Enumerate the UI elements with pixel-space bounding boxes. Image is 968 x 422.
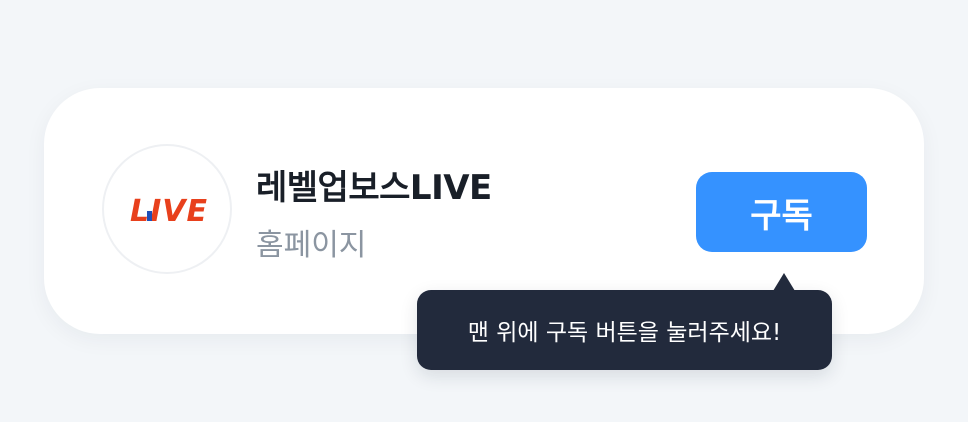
tooltip-text: 맨 위에 구독 버튼을 눌러주세요! (467, 320, 782, 346)
live-logo-icon: LIVE (130, 195, 208, 225)
live-logo-text: LIVE (130, 195, 208, 225)
channel-avatar[interactable]: LIVE (102, 144, 232, 274)
channel-name: 레벨업보스LIVE (256, 168, 492, 208)
subscribe-tooltip: 맨 위에 구독 버튼을 눌러주세요! (417, 273, 832, 370)
subscribe-button[interactable]: 구독 (696, 172, 867, 252)
tooltip-arrow (773, 273, 795, 291)
channel-homepage-link[interactable]: 홈페이지 (256, 220, 366, 264)
